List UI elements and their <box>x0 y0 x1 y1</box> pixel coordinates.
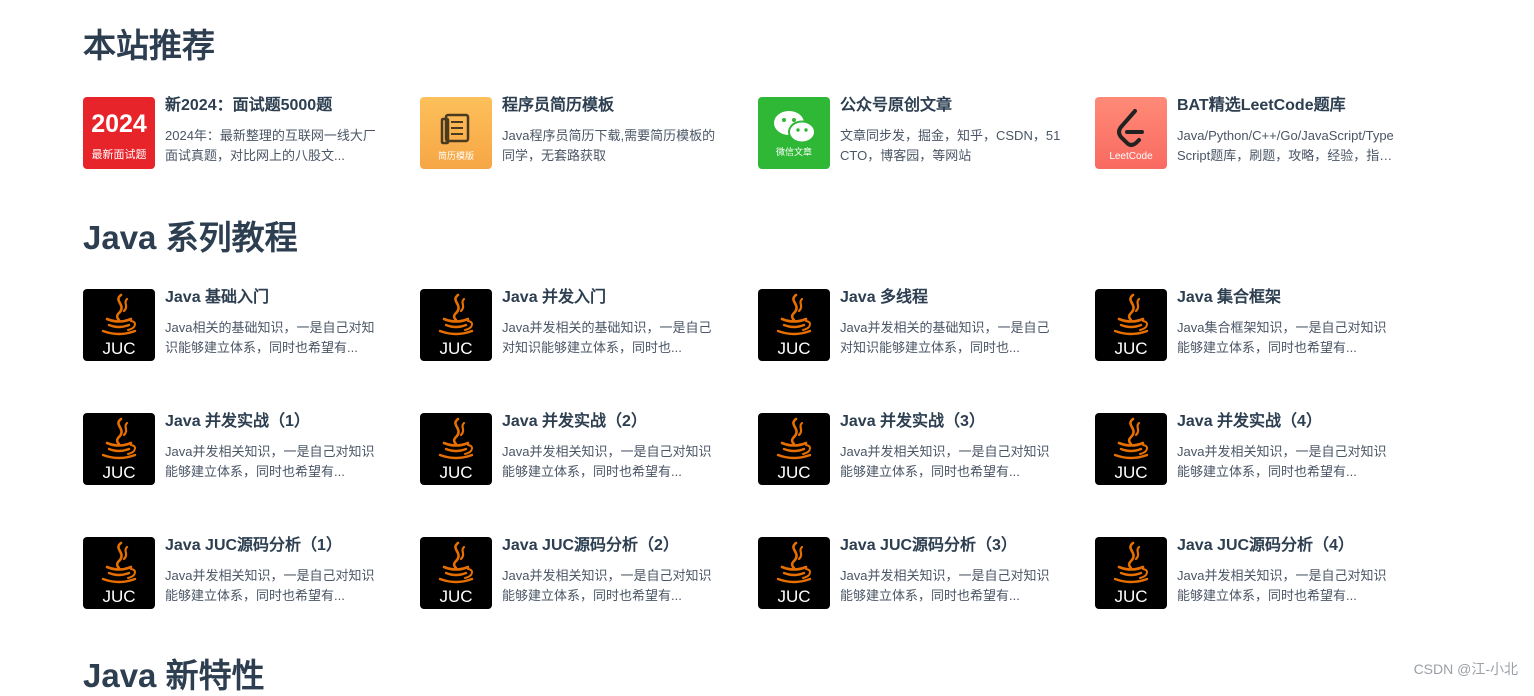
svg-text:JUC: JUC <box>439 339 472 358</box>
card-description: Java程序员简历下载,需要简历模板的同学，无套路获取 <box>502 128 716 163</box>
card-leetcode[interactable]: LeetCode BAT精选LeetCode题库 Java/Python/C++… <box>1095 97 1400 169</box>
card-title: Java 并发实战（4） <box>1177 413 1322 430</box>
card-description: Java并发相关的基础知识，一是自己对知识能够建立体系，同时也... <box>840 320 1050 355</box>
card-description: Java并发相关知识，一是自己对知识能够建立体系，同时也希望有... <box>165 444 375 479</box>
card-title: Java JUC源码分析（2） <box>502 537 679 554</box>
card-description: 2024年：最新整理的互联网一线大厂面试真题，对比网上的八股文... <box>165 128 376 163</box>
svg-text:JUC: JUC <box>777 463 810 482</box>
card-title: Java JUC源码分析（4） <box>1177 537 1354 554</box>
series-card-5[interactable]: JUC Java 并发实战（1） Java并发相关知识，一是自己对知识能够建立体系… <box>83 413 388 485</box>
section-title-java-new: Java 新特性 <box>83 657 265 694</box>
series-card-7[interactable]: JUC Java 并发实战（3） Java并发相关知识，一是自己对知识能够建立体系… <box>758 413 1063 485</box>
card-description: Java并发相关的基础知识，一是自己对知识能够建立体系，同时也... <box>502 320 712 355</box>
svg-text:JUC: JUC <box>439 587 472 606</box>
card-title: BAT精选LeetCode题库 <box>1177 97 1346 114</box>
card-description: Java并发相关知识，一是自己对知识能够建立体系，同时也希望有... <box>1177 568 1387 603</box>
card-title: Java 多线程 <box>840 289 929 306</box>
series-card-2[interactable]: JUC Java 并发入门 Java并发相关的基础知识，一是自己对知识能够建立体系… <box>420 289 725 361</box>
series-card-1[interactable]: JUC Java 基础入门 Java相关的基础知识，一是自己对知识能够建立体系，同… <box>83 289 388 361</box>
section-title-java-series: Java 系列教程 <box>83 219 298 256</box>
svg-text:JUC: JUC <box>1114 587 1147 606</box>
card-title: 公众号原创文章 <box>840 97 953 114</box>
card-title: 程序员简历模板 <box>502 97 615 114</box>
series-card-11[interactable]: JUC Java JUC源码分析（3） Java并发相关知识，一是自己对知识能够建… <box>758 537 1063 609</box>
card-wechat-articles[interactable]: 微信文章 公众号原创文章 文章同步发，掘金，知乎，CSDN，51CTO，博客园，… <box>758 97 1063 169</box>
leetcode-icon: LeetCode <box>1095 97 1167 169</box>
svg-text:JUC: JUC <box>439 463 472 482</box>
card-description: Java集合框架知识，一是自己对知识能够建立体系，同时也希望有... <box>1177 320 1387 355</box>
series-card-6[interactable]: JUC Java 并发实战（2） Java并发相关知识，一是自己对知识能够建立体系… <box>420 413 725 485</box>
svg-text:JUC: JUC <box>102 587 135 606</box>
svg-text:JUC: JUC <box>102 463 135 482</box>
series-card-8[interactable]: JUC Java 并发实战（4） Java并发相关知识，一是自己对知识能够建立体系… <box>1095 413 1400 485</box>
java-juc-icon: JUC <box>420 413 492 485</box>
card-description: 文章同步发，掘金，知乎，CSDN，51CTO，博客园，等网站 <box>840 128 1061 163</box>
java-juc-icon: JUC <box>420 289 492 361</box>
card-title: Java 并发实战（2） <box>502 413 647 430</box>
java-juc-icon: JUC <box>420 537 492 609</box>
series-card-3[interactable]: JUC Java 多线程 Java并发相关的基础知识，一是自己对知识能够建立体系，… <box>758 289 1063 361</box>
series-card-10[interactable]: JUC Java JUC源码分析（2） Java并发相关知识，一是自己对知识能够建… <box>420 537 725 609</box>
card-description: Java并发相关知识，一是自己对知识能够建立体系，同时也希望有... <box>1177 444 1387 479</box>
svg-text:2024: 2024 <box>91 110 147 138</box>
card-description: Java并发相关知识，一是自己对知识能够建立体系，同时也希望有... <box>502 568 712 603</box>
java-juc-icon: JUC <box>1095 537 1167 609</box>
card-description: Java/Python/C++/Go/JavaScript/TypeScript… <box>1177 128 1394 163</box>
card-title: Java JUC源码分析（1） <box>165 537 342 554</box>
section-title-recommend: 本站推荐 <box>83 27 215 64</box>
card-resume-template[interactable]: 简历模版 程序员简历模板 Java程序员简历下载,需要简历模板的同学，无套路获取 <box>420 97 725 169</box>
wechat-icon: 微信文章 <box>758 97 830 169</box>
java-juc-icon: JUC <box>83 289 155 361</box>
svg-text:JUC: JUC <box>777 339 810 358</box>
series-card-12[interactable]: JUC Java JUC源码分析（4） Java并发相关知识，一是自己对知识能够建… <box>1095 537 1400 609</box>
card-title: 新2024：面试题5000题 <box>165 97 333 114</box>
card-title: Java 并发入门 <box>502 289 607 306</box>
resume-template-icon: 简历模版 <box>420 97 492 169</box>
card-title: Java 并发实战（1） <box>165 413 310 430</box>
card-title: Java 基础入门 <box>165 289 270 306</box>
series-card-4[interactable]: JUC Java 集合框架 Java集合框架知识，一是自己对知识能够建立体系，同时… <box>1095 289 1400 361</box>
csdn-watermark: CSDN @江-小北 <box>1413 661 1518 677</box>
svg-text:LeetCode: LeetCode <box>1109 151 1153 162</box>
java-juc-icon: JUC <box>758 413 830 485</box>
java-juc-icon: JUC <box>758 289 830 361</box>
card-description: Java相关的基础知识，一是自己对知识能够建立体系，同时也希望有... <box>165 320 375 355</box>
card-title: Java 并发实战（3） <box>840 413 985 430</box>
series-card-9[interactable]: JUC Java JUC源码分析（1） Java并发相关知识，一是自己对知识能够建… <box>83 537 388 609</box>
java-juc-icon: JUC <box>83 413 155 485</box>
2024-badge-icon: 2024 最新面试题 <box>83 97 155 169</box>
card-interview-2024[interactable]: 2024 最新面试题 新2024：面试题5000题 2024年：最新整理的互联网… <box>83 97 388 169</box>
card-description: Java并发相关知识，一是自己对知识能够建立体系，同时也希望有... <box>165 568 375 603</box>
java-juc-icon: JUC <box>758 537 830 609</box>
svg-text:JUC: JUC <box>1114 339 1147 358</box>
java-juc-icon: JUC <box>83 537 155 609</box>
svg-text:JUC: JUC <box>102 339 135 358</box>
card-description: Java并发相关知识，一是自己对知识能够建立体系，同时也希望有... <box>502 444 712 479</box>
card-title: Java JUC源码分析（3） <box>840 537 1017 554</box>
java-juc-icon: JUC <box>1095 413 1167 485</box>
svg-text:微信文章: 微信文章 <box>776 146 812 158</box>
card-description: Java并发相关知识，一是自己对知识能够建立体系，同时也希望有... <box>840 568 1050 603</box>
svg-text:简历模版: 简历模版 <box>438 150 474 162</box>
svg-text:最新面试题: 最新面试题 <box>92 147 147 161</box>
svg-text:JUC: JUC <box>1114 463 1147 482</box>
card-title: Java 集合框架 <box>1177 289 1282 306</box>
java-juc-icon: JUC <box>1095 289 1167 361</box>
card-description: Java并发相关知识，一是自己对知识能够建立体系，同时也希望有... <box>840 444 1050 479</box>
svg-text:JUC: JUC <box>777 587 810 606</box>
